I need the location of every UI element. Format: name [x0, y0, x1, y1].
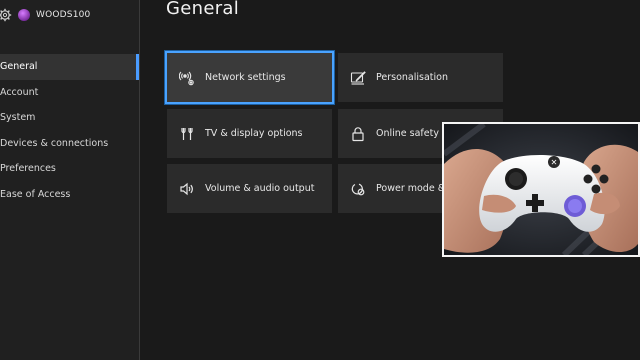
network-settings-tile[interactable]: Network settings	[165, 51, 334, 104]
sidebar-item-devices-connections[interactable]: Devices & connections	[0, 131, 139, 157]
paintbrush-icon	[350, 70, 366, 86]
lock-icon	[350, 126, 366, 142]
sidebar-item-preferences[interactable]: Preferences	[0, 156, 139, 182]
power-leaf-icon	[350, 181, 366, 197]
volume-audio-output-tile[interactable]: Volume & audio output	[167, 164, 332, 213]
personalisation-label: Personalisation	[376, 72, 448, 83]
svg-text:✕: ✕	[551, 158, 558, 167]
sidebar-item-system[interactable]: System	[0, 105, 139, 131]
webcam-overlay: ✕	[442, 122, 640, 257]
tv-display-options-tile[interactable]: TV & display options	[167, 109, 332, 158]
page-title: General	[166, 0, 240, 19]
sidebar: WOODS100 General Account System Devices …	[0, 0, 140, 360]
sidebar-item-general[interactable]: General	[0, 54, 139, 80]
speaker-icon	[179, 181, 195, 197]
online-safety-label: Online safety &	[376, 128, 450, 139]
avatar[interactable]	[18, 9, 30, 21]
tv-icon	[179, 126, 195, 142]
settings-nav: General Account System Devices & connect…	[0, 54, 139, 207]
volume-audio-output-label: Volume & audio output	[205, 183, 315, 194]
sidebar-item-account[interactable]: Account	[0, 80, 139, 106]
gamertag: WOODS100	[36, 10, 91, 20]
network-settings-label: Network settings	[205, 72, 286, 83]
sidebar-item-ease-of-access[interactable]: Ease of Access	[0, 182, 139, 208]
profile-bar[interactable]: WOODS100	[0, 6, 91, 24]
gear-icon[interactable]	[0, 8, 12, 22]
network-icon	[179, 70, 195, 86]
personalisation-tile[interactable]: Personalisation	[338, 53, 503, 102]
tv-display-options-label: TV & display options	[205, 128, 303, 139]
power-mode-label: Power mode &	[376, 183, 446, 194]
